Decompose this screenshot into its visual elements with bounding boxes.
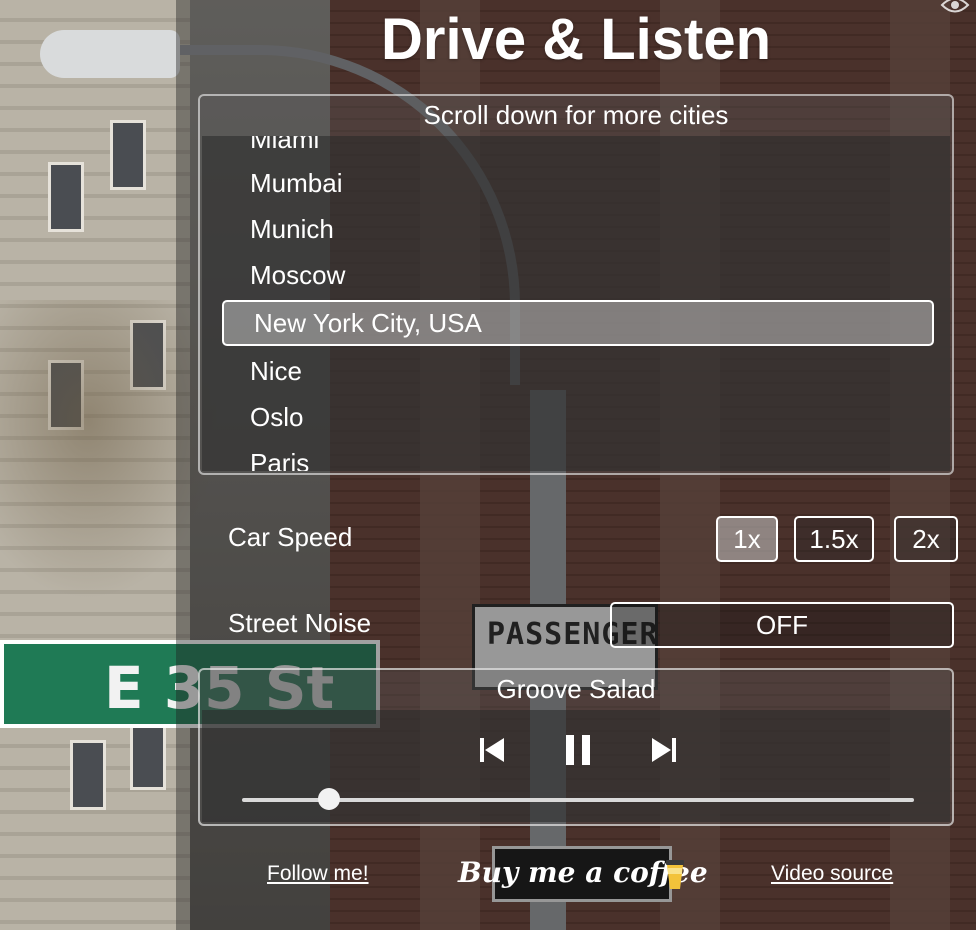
app-title: Drive & Listen [381,7,771,72]
building-window [70,740,106,810]
street-lamp [40,30,180,78]
city-list[interactable]: Miami Mumbai Munich Moscow New York City… [202,136,950,471]
city-item-munich[interactable]: Munich [250,206,334,252]
city-item-new-york-selected[interactable]: New York City, USA [222,300,934,346]
city-item-miami[interactable]: Miami [250,136,319,162]
city-selector: Scroll down for more cities Miami Mumbai… [198,94,954,475]
player-controls [202,710,950,822]
building-window [110,120,146,190]
video-source-link[interactable]: Video source [771,862,893,886]
follow-me-link[interactable]: Follow me! [267,862,369,886]
station-name: Groove Salad [496,674,656,704]
street-noise-toggle[interactable]: OFF [610,602,954,648]
building-window [130,720,166,790]
speed-2x-button[interactable]: 2x [894,516,958,562]
city-item-moscow[interactable]: Moscow [250,252,345,298]
eye-icon[interactable] [940,0,970,16]
city-item-paris[interactable]: Paris [250,440,309,471]
city-item-oslo[interactable]: Oslo [250,394,303,440]
building-window [48,162,84,232]
speed-1x-button[interactable]: 1x [716,516,778,562]
city-list-hint: Scroll down for more cities [423,100,729,130]
skip-next-icon[interactable] [644,730,684,770]
radio-player: Groove Salad [198,668,954,826]
speed-1-5x-button[interactable]: 1.5x [794,516,874,562]
coffee-cup-icon[interactable] [664,860,686,890]
street-noise-label: Street Noise [228,608,372,638]
pause-icon[interactable] [558,730,598,770]
volume-slider-handle[interactable] [318,788,341,810]
city-item-mumbai[interactable]: Mumbai [250,160,342,206]
city-item-nice[interactable]: Nice [250,348,302,394]
car-speed-label: Car Speed [228,522,353,552]
skip-previous-icon[interactable] [472,730,512,770]
volume-slider-track[interactable] [242,798,914,802]
